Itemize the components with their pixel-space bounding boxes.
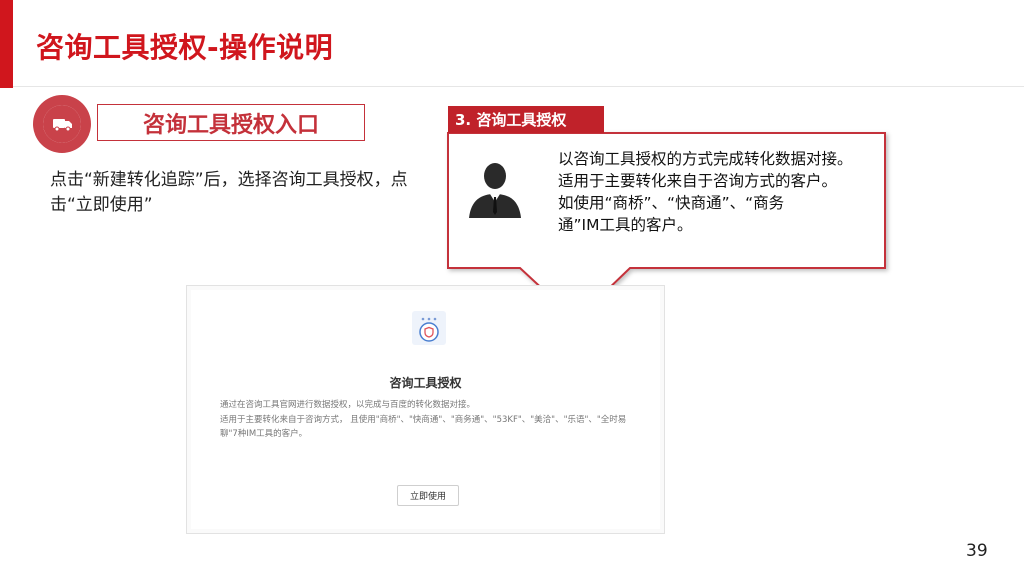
panel-card: 咨询工具授权 通过在咨询工具官网进行数据授权，以完成与百度的转化数据对接。 适用… (191, 290, 660, 529)
callout-text: 以咨询工具授权的方式完成转化数据对接。 适用于主要转化来自于咨询方式的客户。 如… (558, 148, 878, 236)
callout-line: 适用于主要转化来自于咨询方式的客户。 (558, 172, 838, 190)
use-now-button[interactable]: 立即使用 (397, 485, 459, 506)
step-tag: 3. 咨询工具授权 (448, 106, 604, 133)
callout-line: 以咨询工具授权的方式完成转化数据对接。 (558, 150, 853, 168)
panel-desc-line: 适用于主要转化来自于咨询方式， 且使用"商桥"、"快商通"、"商务通"、"53K… (220, 414, 627, 440)
shield-icon (412, 311, 446, 345)
panel-heading: 咨询工具授权 (389, 376, 462, 390)
screenshot-panel: 咨询工具授权 通过在咨询工具官网进行数据授权，以完成与百度的转化数据对接。 适用… (186, 285, 665, 534)
callout-line: 如使用“商桥”、“快商通”、“商务 (558, 194, 785, 212)
callout-line: 通”IM工具的客户。 (558, 216, 693, 234)
businessman-icon (469, 163, 521, 218)
page-number: 39 (966, 541, 988, 561)
panel-description: 通过在咨询工具官网进行数据授权，以完成与百度的转化数据对接。 适用于主要转化来自… (220, 398, 630, 442)
panel-desc-line: 通过在咨询工具官网进行数据授权，以完成与百度的转化数据对接。 (220, 400, 476, 410)
